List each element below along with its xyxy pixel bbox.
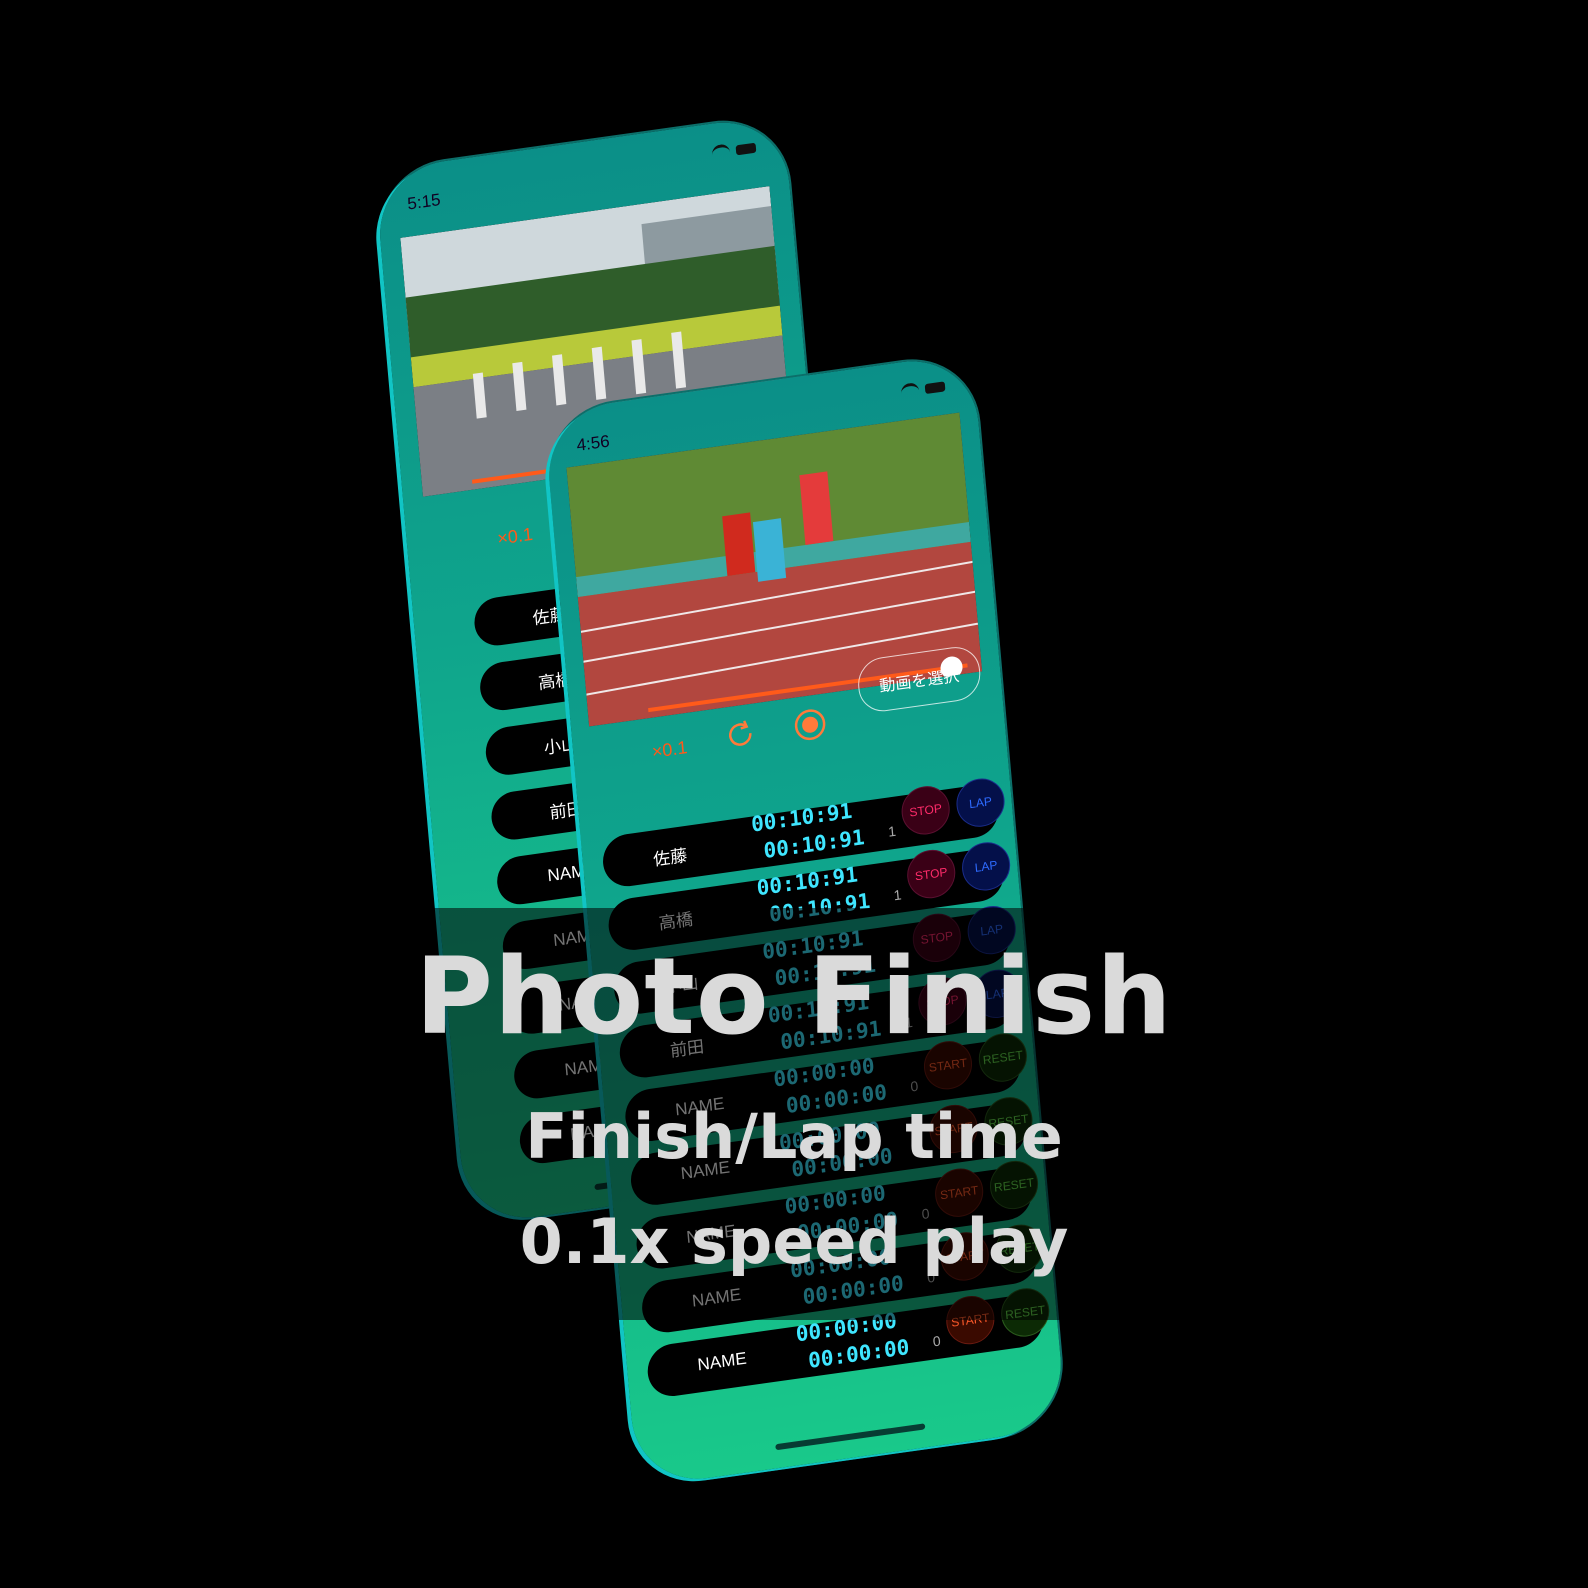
wifi-icon xyxy=(711,143,731,161)
hero-line-2: 0.1x speed play xyxy=(519,1205,1069,1278)
speed-label[interactable]: ×0.1 xyxy=(496,524,533,550)
hero-title: Photo Finish xyxy=(415,935,1173,1058)
lap-count: 1 xyxy=(893,886,903,904)
wifi-icon xyxy=(900,381,920,400)
battery-icon xyxy=(924,380,946,394)
stop-button[interactable]: STOP xyxy=(899,783,952,838)
lap-button[interactable]: LAP xyxy=(960,839,1013,894)
status-icons xyxy=(711,140,757,161)
stop-button[interactable]: STOP xyxy=(905,846,958,902)
speed-label[interactable]: ×0.1 xyxy=(651,737,688,763)
runner-name[interactable]: NAME xyxy=(697,1349,748,1376)
lap-count: 1 xyxy=(887,822,897,840)
home-indicator xyxy=(775,1423,926,1451)
hero-line-1: Finish/Lap time xyxy=(525,1100,1063,1173)
lap-button[interactable]: LAP xyxy=(954,775,1007,830)
lap-count: 0 xyxy=(932,1332,942,1350)
status-icons xyxy=(900,378,946,400)
status-time: 5:15 xyxy=(406,190,442,214)
replay-icon[interactable] xyxy=(722,715,759,754)
runner-name[interactable]: 佐藤 xyxy=(652,841,688,871)
status-time: 4:56 xyxy=(575,431,611,455)
battery-icon xyxy=(735,142,757,155)
record-icon[interactable] xyxy=(792,705,829,744)
